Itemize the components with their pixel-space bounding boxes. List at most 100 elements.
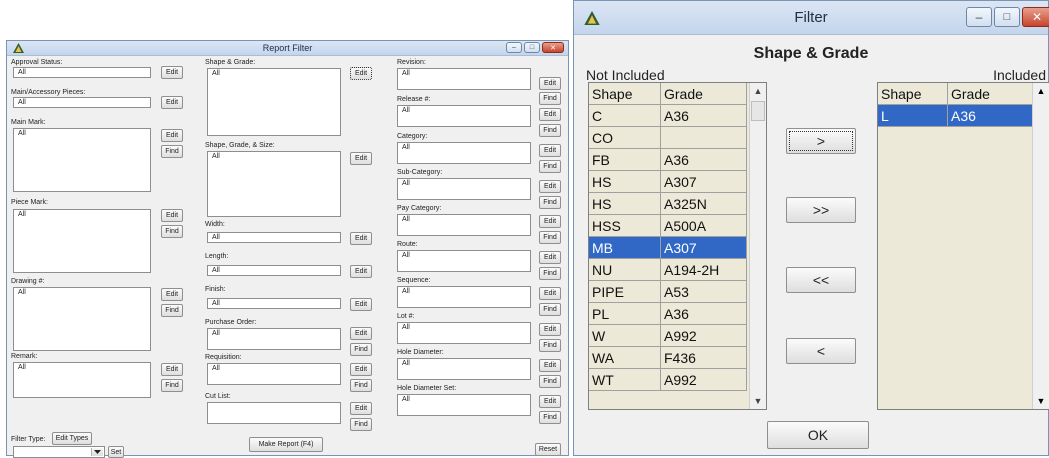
table-row[interactable]: FB A36 xyxy=(589,149,747,171)
purchase-order-edit-button[interactable]: Edit xyxy=(350,327,372,340)
hole-diameter-find-button[interactable]: Find xyxy=(539,375,561,388)
pay-category-field[interactable]: All xyxy=(397,214,531,236)
filter-type-dropdown[interactable] xyxy=(13,446,105,458)
table-row[interactable]: HSS A500A xyxy=(589,215,747,237)
close-button[interactable]: ✕ xyxy=(1022,7,1049,27)
route-field[interactable]: All xyxy=(397,250,531,272)
category-field[interactable]: All xyxy=(397,142,531,164)
finish-edit-button[interactable]: Edit xyxy=(350,298,372,311)
sub-category-field[interactable]: All xyxy=(397,178,531,200)
hole-diameter-set-find-button[interactable]: Find xyxy=(539,411,561,424)
pay-category-edit-button[interactable]: Edit xyxy=(539,215,561,228)
close-button[interactable]: ✕ xyxy=(542,42,564,53)
reset-button[interactable]: Reset xyxy=(535,443,561,456)
minimize-button[interactable]: – xyxy=(966,7,992,27)
remark-list[interactable]: All xyxy=(13,362,151,398)
route-find-button[interactable]: Find xyxy=(539,267,561,280)
table-row[interactable]: WT A992 xyxy=(589,369,747,391)
purchase-order-field[interactable]: All xyxy=(207,328,341,350)
table-row[interactable]: HS A325N xyxy=(589,193,747,215)
piece-mark-edit-button[interactable]: Edit xyxy=(161,209,183,222)
remove-all-button[interactable]: << xyxy=(786,267,856,293)
revision-edit-button[interactable]: Edit xyxy=(539,77,561,90)
hole-diameter-field[interactable]: All xyxy=(397,358,531,380)
table-row[interactable]: HS A307 xyxy=(589,171,747,193)
table-row[interactable]: W A992 xyxy=(589,325,747,347)
requisition-field[interactable]: All xyxy=(207,363,341,385)
main-accessory-field[interactable]: All xyxy=(13,97,151,108)
shape-grade-edit-button[interactable]: Edit xyxy=(350,67,372,80)
remark-edit-button[interactable]: Edit xyxy=(161,363,183,376)
hole-diameter-set-field[interactable]: All xyxy=(397,394,531,416)
length-edit-button[interactable]: Edit xyxy=(350,265,372,278)
length-field[interactable]: All xyxy=(207,265,341,276)
table-row[interactable]: WA F436 xyxy=(589,347,747,369)
revision-field[interactable]: All xyxy=(397,68,531,90)
table-row[interactable]: PL A36 xyxy=(589,303,747,325)
shape-grade-size-list[interactable]: All xyxy=(207,151,341,217)
minimize-button[interactable]: – xyxy=(506,42,522,53)
route-edit-button[interactable]: Edit xyxy=(539,251,561,264)
scroll-thumb[interactable] xyxy=(751,101,765,121)
purchase-order-find-button[interactable]: Find xyxy=(350,343,372,356)
remark-find-button[interactable]: Find xyxy=(161,379,183,392)
scroll-up-icon[interactable]: ▲ xyxy=(750,83,766,99)
make-report-button[interactable]: Make Report (F4) xyxy=(249,437,323,452)
add-all-button[interactable]: >> xyxy=(786,197,856,223)
cut-list-field[interactable] xyxy=(207,402,341,424)
ok-button[interactable]: OK xyxy=(767,421,869,449)
cut-list-find-button[interactable]: Find xyxy=(350,418,372,431)
requisition-edit-button[interactable]: Edit xyxy=(350,363,372,376)
remove-selected-button[interactable]: < xyxy=(786,338,856,364)
shape-grade-list[interactable]: All xyxy=(207,68,341,136)
width-edit-button[interactable]: Edit xyxy=(350,232,372,245)
hole-diameter-set-edit-button[interactable]: Edit xyxy=(539,395,561,408)
sub-category-edit-button[interactable]: Edit xyxy=(539,180,561,193)
sub-category-find-button[interactable]: Find xyxy=(539,196,561,209)
release-edit-button[interactable]: Edit xyxy=(539,108,561,121)
requisition-find-button[interactable]: Find xyxy=(350,379,372,392)
scroll-down-icon[interactable]: ▼ xyxy=(1033,393,1049,409)
approval-status-edit-button[interactable]: Edit xyxy=(161,66,183,79)
table-row[interactable]: L A36 xyxy=(878,105,1034,127)
drawing-list[interactable]: All xyxy=(13,287,151,351)
pay-category-find-button[interactable]: Find xyxy=(539,231,561,244)
cut-list-edit-button[interactable]: Edit xyxy=(350,402,372,415)
not-included-scrollbar[interactable]: ▲ ▼ xyxy=(749,83,766,409)
drawing-find-button[interactable]: Find xyxy=(161,304,183,317)
maximize-button[interactable]: □ xyxy=(994,7,1020,27)
sequence-find-button[interactable]: Find xyxy=(539,303,561,316)
scroll-up-icon[interactable]: ▲ xyxy=(1033,83,1049,99)
hole-diameter-edit-button[interactable]: Edit xyxy=(539,359,561,372)
table-row[interactable]: C A36 xyxy=(589,105,747,127)
lot-field[interactable]: All xyxy=(397,322,531,344)
main-mark-edit-button[interactable]: Edit xyxy=(161,129,183,142)
lot-find-button[interactable]: Find xyxy=(539,339,561,352)
category-find-button[interactable]: Find xyxy=(539,160,561,173)
shape-grade-size-edit-button[interactable]: Edit xyxy=(350,152,372,165)
scroll-down-icon[interactable]: ▼ xyxy=(750,393,766,409)
finish-field[interactable]: All xyxy=(207,298,341,309)
table-row[interactable]: PIPE A53 xyxy=(589,281,747,303)
add-selected-button[interactable]: > xyxy=(786,128,856,154)
table-row[interactable]: MB A307 xyxy=(589,237,747,259)
release-find-button[interactable]: Find xyxy=(539,124,561,137)
drawing-edit-button[interactable]: Edit xyxy=(161,288,183,301)
main-mark-list[interactable]: All xyxy=(13,128,151,192)
table-row[interactable]: CO xyxy=(589,127,747,149)
table-row[interactable]: NU A194-2H xyxy=(589,259,747,281)
sequence-field[interactable]: All xyxy=(397,286,531,308)
included-grid[interactable]: Shape Grade L A36 ▲ ▼ xyxy=(877,82,1049,410)
release-field[interactable]: All xyxy=(397,105,531,127)
approval-status-field[interactable]: All xyxy=(13,67,151,78)
edit-types-button[interactable]: Edit Types xyxy=(52,432,92,445)
not-included-grid[interactable]: Shape Grade C A36 CO FB A36 HS A307 HS A325N HSS A50… xyxy=(588,82,767,410)
set-button[interactable]: Set xyxy=(108,446,124,458)
revision-find-button[interactable]: Find xyxy=(539,92,561,105)
maximize-button[interactable]: □ xyxy=(524,42,540,53)
piece-mark-find-button[interactable]: Find xyxy=(161,225,183,238)
lot-edit-button[interactable]: Edit xyxy=(539,323,561,336)
main-accessory-edit-button[interactable]: Edit xyxy=(161,96,183,109)
piece-mark-list[interactable]: All xyxy=(13,209,151,273)
width-field[interactable]: All xyxy=(207,232,341,243)
